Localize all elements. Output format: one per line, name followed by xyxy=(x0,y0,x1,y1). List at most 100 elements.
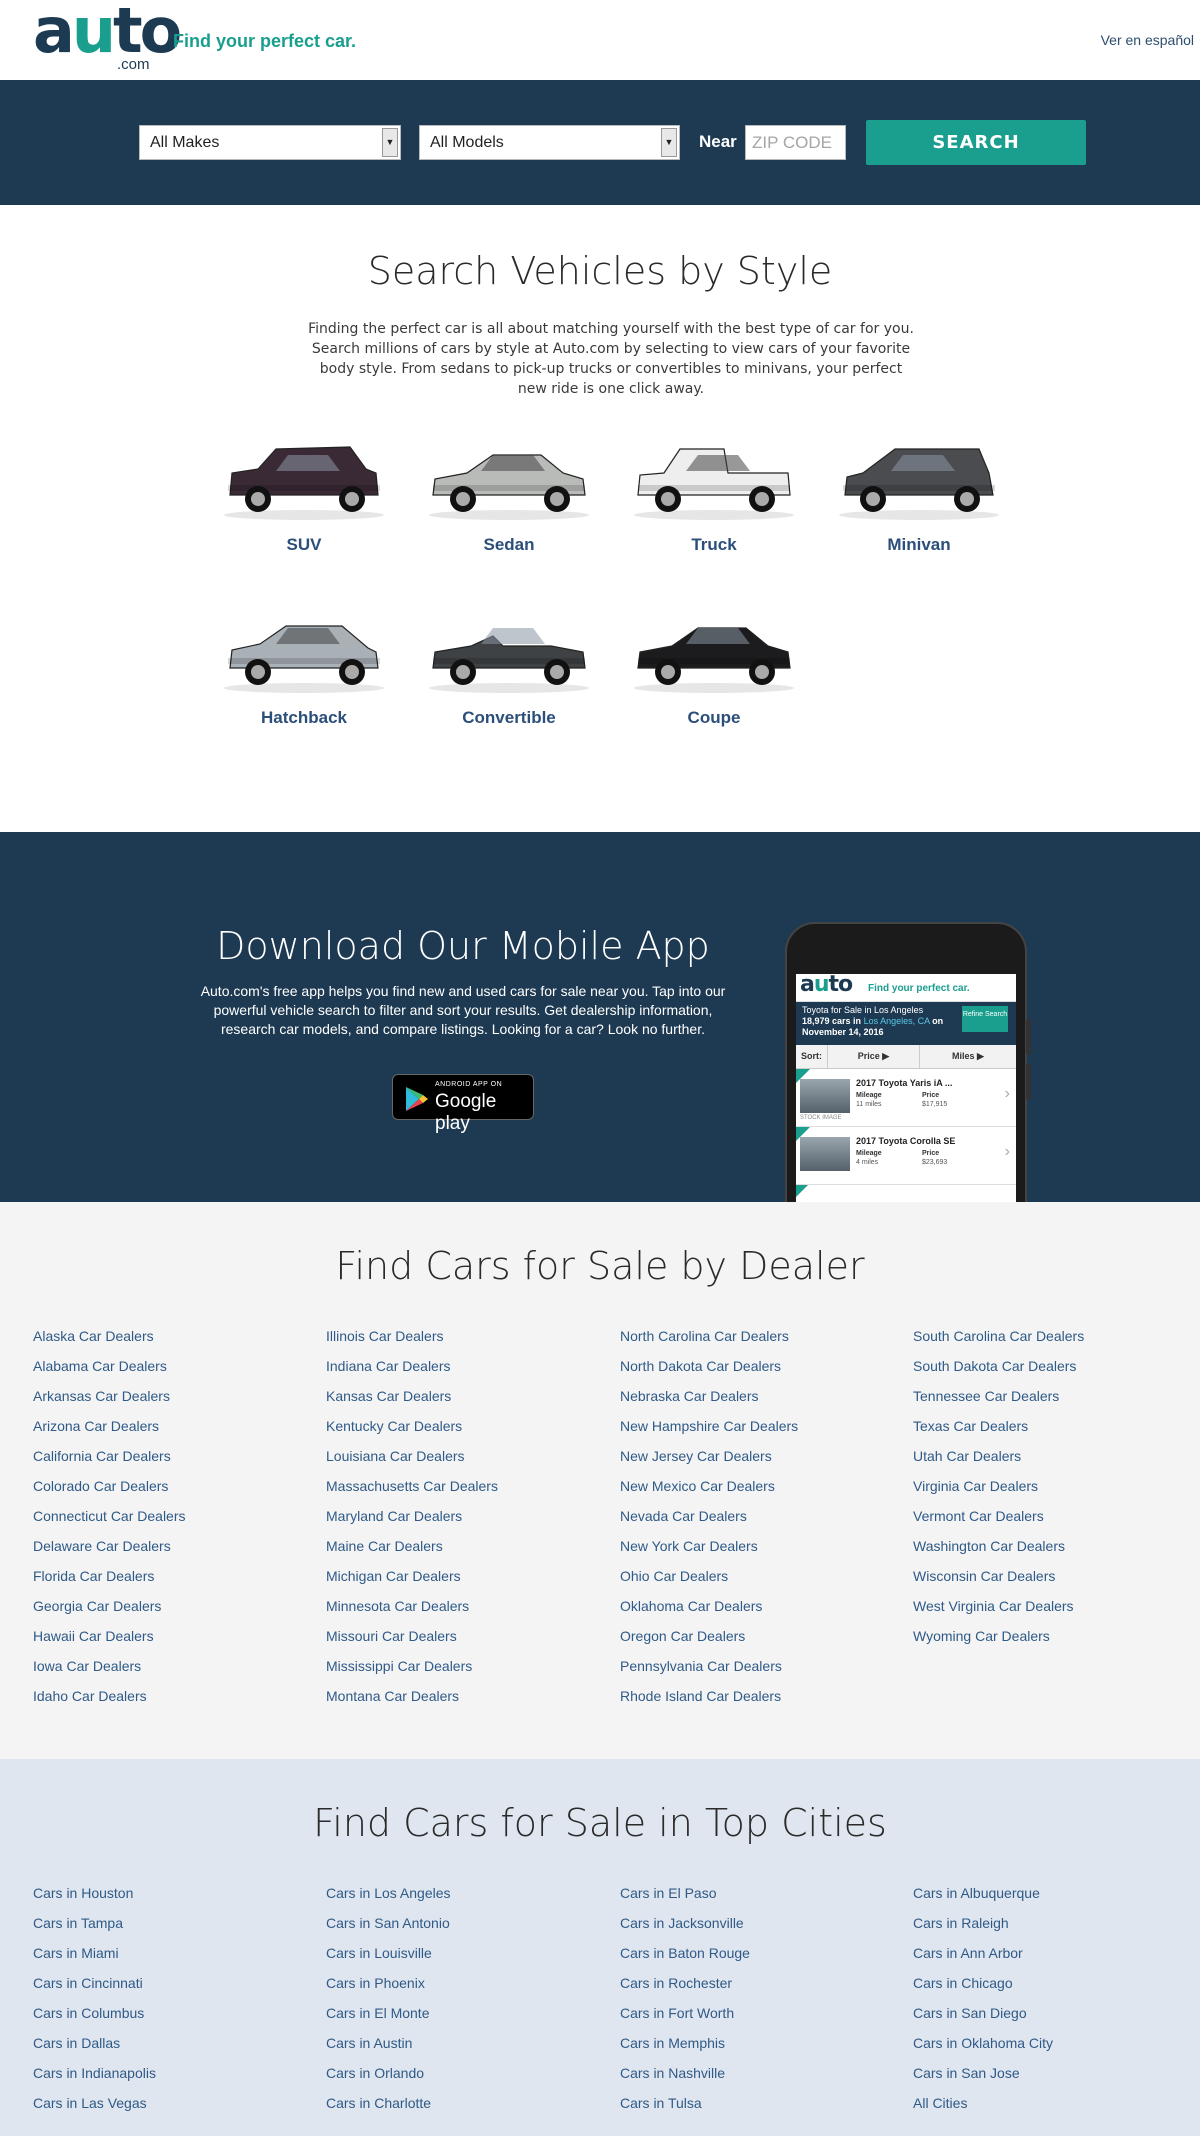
city-link-cars-in-el-paso[interactable]: Cars in El Paso xyxy=(620,1885,750,1915)
dealer-link-tennessee-car-dealers[interactable]: Tennessee Car Dealers xyxy=(913,1388,1084,1418)
style-label-sedan[interactable]: Sedan xyxy=(414,535,604,555)
dealer-link-delaware-car-dealers[interactable]: Delaware Car Dealers xyxy=(33,1538,186,1568)
dealer-link-wyoming-car-dealers[interactable]: Wyoming Car Dealers xyxy=(913,1628,1084,1658)
dealer-link-illinois-car-dealers[interactable]: Illinois Car Dealers xyxy=(326,1328,498,1358)
dealer-link-west-virginia-car-dealers[interactable]: West Virginia Car Dealers xyxy=(913,1598,1084,1628)
city-link-cars-in-jacksonville[interactable]: Cars in Jacksonville xyxy=(620,1915,750,1945)
sedan-car-image[interactable] xyxy=(414,433,604,523)
dealer-link-arizona-car-dealers[interactable]: Arizona Car Dealers xyxy=(33,1418,186,1448)
dealer-link-south-dakota-car-dealers[interactable]: South Dakota Car Dealers xyxy=(913,1358,1084,1388)
city-link-cars-in-tulsa[interactable]: Cars in Tulsa xyxy=(620,2095,750,2125)
google-play-badge[interactable]: ANDROID APP ON Google play xyxy=(392,1074,534,1134)
dealer-link-north-carolina-car-dealers[interactable]: North Carolina Car Dealers xyxy=(620,1328,798,1358)
coupe-car-image[interactable] xyxy=(619,606,809,696)
style-card-hatchback[interactable]: Hatchback xyxy=(209,606,399,756)
city-link-cars-in-rochester[interactable]: Cars in Rochester xyxy=(620,1975,750,2005)
style-card-suv[interactable]: SUV xyxy=(209,433,399,583)
dealer-link-michigan-car-dealers[interactable]: Michigan Car Dealers xyxy=(326,1568,498,1598)
dealer-link-indiana-car-dealers[interactable]: Indiana Car Dealers xyxy=(326,1358,498,1388)
city-link-cars-in-phoenix[interactable]: Cars in Phoenix xyxy=(326,1975,451,2005)
style-label-hatchback[interactable]: Hatchback xyxy=(209,708,399,728)
dealer-link-pennsylvania-car-dealers[interactable]: Pennsylvania Car Dealers xyxy=(620,1658,798,1688)
zip-code-input[interactable] xyxy=(745,125,846,160)
city-link-cars-in-orlando[interactable]: Cars in Orlando xyxy=(326,2065,451,2095)
dealer-link-nebraska-car-dealers[interactable]: Nebraska Car Dealers xyxy=(620,1388,798,1418)
dealer-link-alaska-car-dealers[interactable]: Alaska Car Dealers xyxy=(33,1328,186,1358)
dealer-link-virginia-car-dealers[interactable]: Virginia Car Dealers xyxy=(913,1478,1084,1508)
style-label-coupe[interactable]: Coupe xyxy=(619,708,809,728)
dealer-link-montana-car-dealers[interactable]: Montana Car Dealers xyxy=(326,1688,498,1718)
city-link-cars-in-oklahoma-city[interactable]: Cars in Oklahoma City xyxy=(913,2035,1053,2065)
dealer-link-mississippi-car-dealers[interactable]: Mississippi Car Dealers xyxy=(326,1658,498,1688)
dealer-link-florida-car-dealers[interactable]: Florida Car Dealers xyxy=(33,1568,186,1598)
dealer-link-texas-car-dealers[interactable]: Texas Car Dealers xyxy=(913,1418,1084,1448)
city-link-cars-in-san-jose[interactable]: Cars in San Jose xyxy=(913,2065,1053,2095)
city-link-cars-in-albuquerque[interactable]: Cars in Albuquerque xyxy=(913,1885,1053,1915)
minivan-car-image[interactable] xyxy=(824,433,1014,523)
search-button[interactable]: SEARCH xyxy=(866,120,1086,165)
dealer-link-minnesota-car-dealers[interactable]: Minnesota Car Dealers xyxy=(326,1598,498,1628)
style-card-truck[interactable]: Truck xyxy=(619,433,809,583)
dealer-link-new-york-car-dealers[interactable]: New York Car Dealers xyxy=(620,1538,798,1568)
city-link-cars-in-memphis[interactable]: Cars in Memphis xyxy=(620,2035,750,2065)
city-link-cars-in-cincinnati[interactable]: Cars in Cincinnati xyxy=(33,1975,156,2005)
city-link-cars-in-nashville[interactable]: Cars in Nashville xyxy=(620,2065,750,2095)
city-link-cars-in-san-antonio[interactable]: Cars in San Antonio xyxy=(326,1915,451,1945)
city-link-cars-in-ann-arbor[interactable]: Cars in Ann Arbor xyxy=(913,1945,1053,1975)
dealer-link-oklahoma-car-dealers[interactable]: Oklahoma Car Dealers xyxy=(620,1598,798,1628)
style-card-sedan[interactable]: Sedan xyxy=(414,433,604,583)
dealer-link-oregon-car-dealers[interactable]: Oregon Car Dealers xyxy=(620,1628,798,1658)
dealer-link-new-mexico-car-dealers[interactable]: New Mexico Car Dealers xyxy=(620,1478,798,1508)
city-link-cars-in-san-diego[interactable]: Cars in San Diego xyxy=(913,2005,1053,2035)
spanish-language-link[interactable]: Ver en español xyxy=(1101,32,1194,48)
city-link-cars-in-dallas[interactable]: Cars in Dallas xyxy=(33,2035,156,2065)
city-link-cars-in-las-vegas[interactable]: Cars in Las Vegas xyxy=(33,2095,156,2125)
dealer-link-wisconsin-car-dealers[interactable]: Wisconsin Car Dealers xyxy=(913,1568,1084,1598)
chevron-down-icon[interactable]: ▼ xyxy=(661,128,677,157)
dealer-link-vermont-car-dealers[interactable]: Vermont Car Dealers xyxy=(913,1508,1084,1538)
city-link-cars-in-tampa[interactable]: Cars in Tampa xyxy=(33,1915,156,1945)
dealer-link-idaho-car-dealers[interactable]: Idaho Car Dealers xyxy=(33,1688,186,1718)
models-select[interactable]: All Models ▼ xyxy=(419,125,680,160)
dealer-link-utah-car-dealers[interactable]: Utah Car Dealers xyxy=(913,1448,1084,1478)
chevron-down-icon[interactable]: ▼ xyxy=(382,128,398,157)
style-label-minivan[interactable]: Minivan xyxy=(824,535,1014,555)
dealer-link-kentucky-car-dealers[interactable]: Kentucky Car Dealers xyxy=(326,1418,498,1448)
dealer-link-south-carolina-car-dealers[interactable]: South Carolina Car Dealers xyxy=(913,1328,1084,1358)
dealer-link-nevada-car-dealers[interactable]: Nevada Car Dealers xyxy=(620,1508,798,1538)
dealer-link-arkansas-car-dealers[interactable]: Arkansas Car Dealers xyxy=(33,1388,186,1418)
dealer-link-connecticut-car-dealers[interactable]: Connecticut Car Dealers xyxy=(33,1508,186,1538)
style-card-minivan[interactable]: Minivan xyxy=(824,433,1014,583)
dealer-link-maine-car-dealers[interactable]: Maine Car Dealers xyxy=(326,1538,498,1568)
dealer-link-massachusetts-car-dealers[interactable]: Massachusetts Car Dealers xyxy=(326,1478,498,1508)
dealer-link-maryland-car-dealers[interactable]: Maryland Car Dealers xyxy=(326,1508,498,1538)
style-label-convertible[interactable]: Convertible xyxy=(414,708,604,728)
city-link-all-cities[interactable]: All Cities xyxy=(913,2095,1053,2125)
truck-car-image[interactable] xyxy=(619,433,809,523)
dealer-link-new-hampshire-car-dealers[interactable]: New Hampshire Car Dealers xyxy=(620,1418,798,1448)
dealer-link-louisiana-car-dealers[interactable]: Louisiana Car Dealers xyxy=(326,1448,498,1478)
dealer-link-rhode-island-car-dealers[interactable]: Rhode Island Car Dealers xyxy=(620,1688,798,1718)
hatchback-car-image[interactable] xyxy=(209,606,399,696)
city-link-cars-in-raleigh[interactable]: Cars in Raleigh xyxy=(913,1915,1053,1945)
dealer-link-iowa-car-dealers[interactable]: Iowa Car Dealers xyxy=(33,1658,186,1688)
dealer-link-georgia-car-dealers[interactable]: Georgia Car Dealers xyxy=(33,1598,186,1628)
convertible-car-image[interactable] xyxy=(414,606,604,696)
auto-com-logo[interactable]: auto .com xyxy=(33,0,182,74)
city-link-cars-in-austin[interactable]: Cars in Austin xyxy=(326,2035,451,2065)
city-link-cars-in-houston[interactable]: Cars in Houston xyxy=(33,1885,156,1915)
dealer-link-missouri-car-dealers[interactable]: Missouri Car Dealers xyxy=(326,1628,498,1658)
dealer-link-colorado-car-dealers[interactable]: Colorado Car Dealers xyxy=(33,1478,186,1508)
city-link-cars-in-louisville[interactable]: Cars in Louisville xyxy=(326,1945,451,1975)
dealer-link-ohio-car-dealers[interactable]: Ohio Car Dealers xyxy=(620,1568,798,1598)
dealer-link-washington-car-dealers[interactable]: Washington Car Dealers xyxy=(913,1538,1084,1568)
dealer-link-california-car-dealers[interactable]: California Car Dealers xyxy=(33,1448,186,1478)
style-card-coupe[interactable]: Coupe xyxy=(619,606,809,756)
dealer-link-kansas-car-dealers[interactable]: Kansas Car Dealers xyxy=(326,1388,498,1418)
dealer-link-alabama-car-dealers[interactable]: Alabama Car Dealers xyxy=(33,1358,186,1388)
makes-select[interactable]: All Makes ▼ xyxy=(139,125,401,160)
city-link-cars-in-fort-worth[interactable]: Cars in Fort Worth xyxy=(620,2005,750,2035)
city-link-cars-in-el-monte[interactable]: Cars in El Monte xyxy=(326,2005,451,2035)
dealer-link-new-jersey-car-dealers[interactable]: New Jersey Car Dealers xyxy=(620,1448,798,1478)
city-link-cars-in-charlotte[interactable]: Cars in Charlotte xyxy=(326,2095,451,2125)
